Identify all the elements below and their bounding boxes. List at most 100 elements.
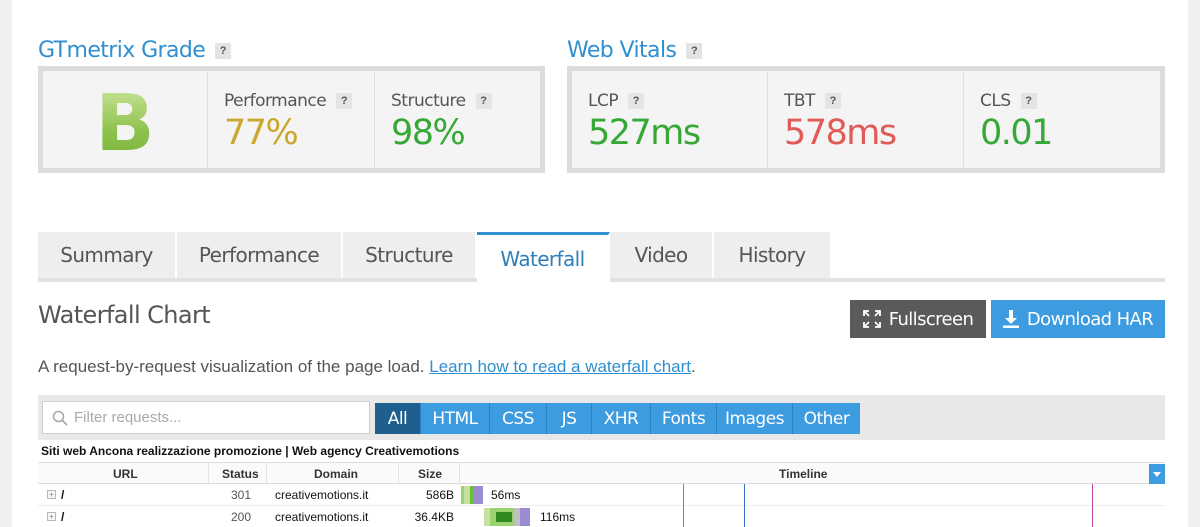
filter-fonts[interactable]: Fonts [651, 403, 717, 434]
tab-history[interactable]: History [714, 232, 832, 278]
row-domain: creativemotions.it [275, 510, 369, 524]
timing-bar-dom [520, 508, 530, 526]
row-size: 36.4KB [414, 510, 454, 524]
cls-help-icon[interactable]: ? [1020, 93, 1037, 109]
timing-bar-receive [474, 486, 483, 504]
row-domain: creativemotions.it [275, 488, 369, 502]
structure-help-icon[interactable]: ? [475, 93, 492, 109]
row-status: 301 [231, 488, 252, 502]
timing-bar-receive [496, 512, 512, 522]
fullscreen-label: Fullscreen [888, 308, 974, 330]
filter-other[interactable]: Other [793, 403, 860, 434]
search-icon [52, 410, 68, 426]
performance-label-text: Performance [224, 91, 327, 111]
lcp-value: 527ms [588, 113, 701, 153]
waterfall-description-text: A request-by-request visualization of th… [38, 357, 425, 376]
web-vitals-box: LCP ? 527ms TBT ? 578ms CLS ? 0.01 [567, 66, 1165, 173]
waterfall-filter-bar: All HTML CSS JS XHR Fonts Images Other [38, 395, 1165, 440]
row-size: 586B [425, 488, 454, 502]
tab-structure[interactable]: Structure [343, 232, 477, 278]
expand-row-icon[interactable]: + [47, 512, 56, 521]
column-url[interactable]: URL [113, 467, 138, 481]
performance-label: Performance ? [224, 91, 353, 111]
chevron-down-icon [1153, 471, 1161, 477]
web-vitals-title-text: Web Vitals [567, 38, 677, 63]
column-separator [459, 463, 460, 485]
row-duration: 56ms [491, 488, 521, 502]
filter-xhr[interactable]: XHR [592, 403, 651, 434]
column-timeline[interactable]: Timeline [779, 467, 827, 481]
table-row[interactable]: + / 301 creativemotions.it 586B 56ms [38, 484, 1165, 506]
web-vitals-title: Web Vitals ? [567, 38, 703, 63]
filter-js[interactable]: JS [547, 403, 592, 434]
lcp-label-text: LCP [588, 91, 619, 111]
web-vitals-help-icon[interactable]: ? [686, 42, 703, 59]
performance-help-icon[interactable]: ? [336, 93, 353, 109]
structure-value: 98% [391, 113, 466, 153]
lcp-help-icon[interactable]: ? [628, 93, 645, 109]
expand-row-icon[interactable]: + [47, 490, 56, 499]
tab-summary[interactable]: Summary [38, 232, 177, 278]
grade-cell: B [43, 71, 208, 169]
request-type-filters: All HTML CSS JS XHR Fonts Images Other [375, 403, 860, 434]
filter-html[interactable]: HTML [421, 403, 490, 434]
tbt-label-text: TBT [784, 91, 815, 111]
row-duration: 116ms [540, 510, 576, 524]
column-domain[interactable]: Domain [314, 467, 358, 481]
fullscreen-button[interactable]: Fullscreen [850, 300, 986, 338]
tab-video[interactable]: Video [610, 232, 714, 278]
structure-cell: Structure ? 98% [375, 71, 540, 168]
lcp-label: LCP ? [588, 91, 645, 111]
tbt-cell: TBT ? 578ms [768, 71, 964, 168]
cls-label-text: CLS [980, 91, 1011, 111]
tab-waterfall[interactable]: Waterfall [477, 232, 610, 282]
row-status: 200 [231, 510, 252, 524]
right-page-edge [1188, 0, 1200, 527]
waterfall-table-header: URL Status Domain Size Timeline [38, 462, 1165, 485]
waterfall-description-end: . [691, 357, 696, 376]
download-har-button[interactable]: Download HAR [991, 300, 1165, 338]
gtmetrix-grade-box: B Performance ? 77% Structure ? 98% [38, 66, 545, 173]
learn-waterfall-link[interactable]: Learn how to read a waterfall chart [429, 357, 691, 376]
download-icon [1002, 310, 1019, 328]
cls-cell: CLS ? 0.01 [964, 71, 1160, 168]
column-separator [398, 463, 399, 485]
left-page-edge [0, 0, 12, 527]
filter-css[interactable]: CSS [490, 403, 547, 434]
structure-label-text: Structure [391, 91, 466, 111]
cls-label: CLS ? [980, 91, 1037, 111]
filter-requests-box[interactable] [42, 401, 370, 434]
gtmetrix-grade-title: GTmetrix Grade ? [38, 38, 232, 63]
performance-cell: Performance ? 77% [208, 71, 375, 168]
column-status[interactable]: Status [222, 467, 259, 481]
timeline-dom-loaded-marker [744, 484, 745, 527]
fullscreen-icon [862, 310, 881, 328]
table-row[interactable]: + / 200 creativemotions.it 36.4KB 116ms [38, 506, 1165, 527]
timeline-first-paint-marker [683, 484, 684, 527]
row-url: / [61, 488, 65, 502]
row-url: / [61, 510, 65, 524]
waterfall-description: A request-by-request visualization of th… [38, 357, 696, 377]
column-size[interactable]: Size [418, 467, 442, 481]
grade-letter: B [43, 79, 207, 169]
tbt-value: 578ms [784, 113, 897, 153]
structure-label: Structure ? [391, 91, 492, 111]
gtmetrix-grade-help-icon[interactable]: ? [215, 42, 232, 59]
lcp-cell: LCP ? 527ms [572, 71, 768, 168]
column-separator [208, 463, 209, 485]
report-tabs: Summary Performance Structure Waterfall … [38, 232, 1165, 282]
tbt-help-icon[interactable]: ? [824, 93, 841, 109]
filter-all[interactable]: All [375, 403, 421, 434]
gtmetrix-grade-title-text: GTmetrix Grade [38, 38, 206, 63]
filter-images[interactable]: Images [717, 403, 793, 434]
cls-value: 0.01 [980, 113, 1053, 153]
tab-performance[interactable]: Performance [177, 232, 343, 278]
column-separator [266, 463, 267, 485]
waterfall-chart-title: Waterfall Chart [38, 301, 211, 329]
performance-value: 77% [224, 113, 299, 153]
timeline-onload-marker [1092, 484, 1093, 527]
timeline-options-button[interactable] [1149, 464, 1165, 484]
download-har-label: Download HAR [1026, 308, 1154, 330]
filter-requests-input[interactable] [74, 409, 354, 426]
tested-page-title: Siti web Ancona realizzazione promozione… [41, 444, 460, 458]
